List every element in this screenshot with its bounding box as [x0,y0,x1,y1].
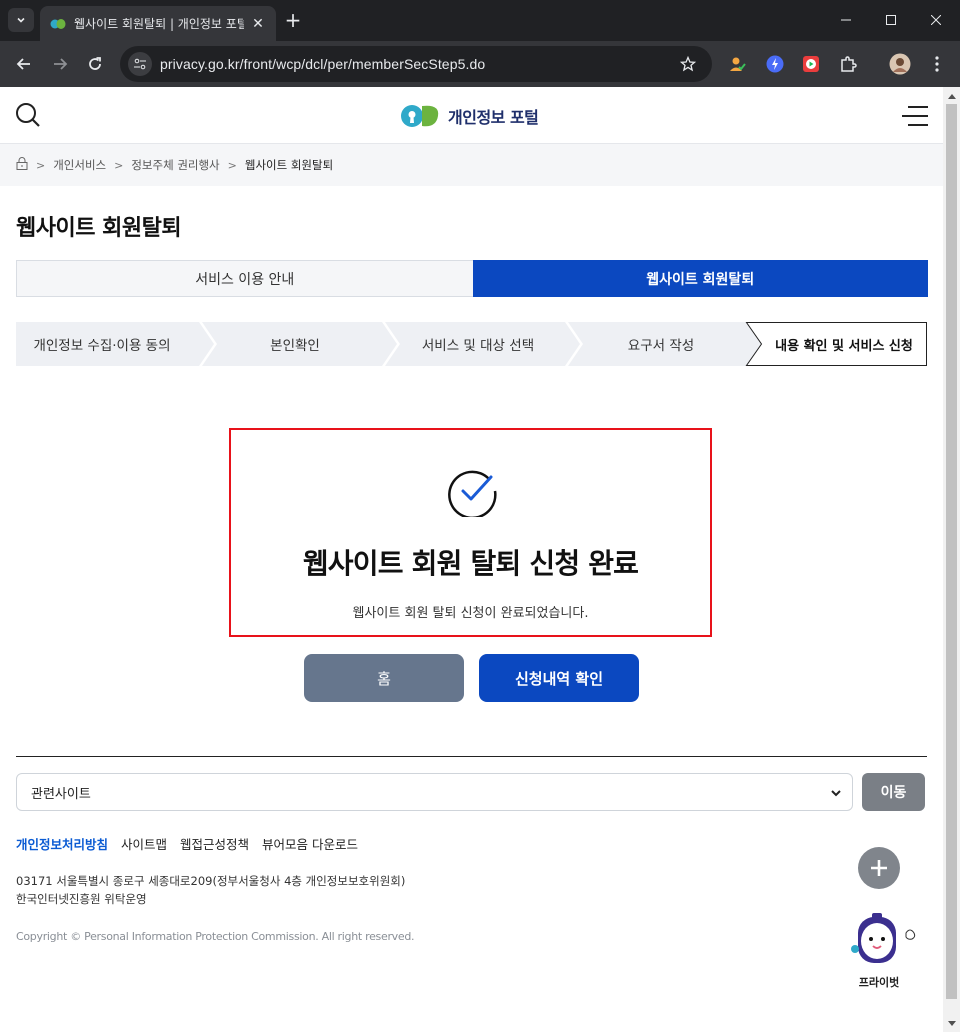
footer-divider [16,756,927,757]
chevron-down-icon [831,790,841,797]
step-confirm-apply: 내용 확인 및 서비스 신청 [775,338,913,354]
footer-address: 03171 서울특별시 종로구 세종대로209(정부서울청사 4층 개인정보보호… [16,872,405,908]
forward-icon[interactable] [46,50,74,78]
breadcrumb-separator: > [114,158,124,172]
breadcrumb-item-rights[interactable]: 정보주체 권리행사 [131,157,219,173]
chatbot-label[interactable]: 프라이벗 [846,974,912,990]
go-button[interactable]: 이동 [862,773,925,811]
tab-title: 웹사이트 회원탈퇴 | 개인정보 포털 [74,17,244,31]
browser-tab-active[interactable]: 웹사이트 회원탈퇴 | 개인정보 포털 ✕ [40,6,276,41]
step-identity: 본인확인 [270,338,320,354]
home-lock-icon[interactable] [16,157,28,173]
completion-title: 웹사이트 회원 탈퇴 신청 완료 [302,547,639,580]
service-tabs: 서비스 이용 안내 웹사이트 회원탈퇴 [16,260,928,297]
breadcrumb-separator: > [36,158,46,172]
completion-description: 웹사이트 회원 탈퇴 신청이 완료되었습니다. [352,606,589,621]
back-icon[interactable] [10,50,38,78]
maximize-icon[interactable] [868,0,914,40]
footer-links: 개인정보처리방침 사이트맵 웹접근성정책 뷰어모음 다운로드 [16,834,358,853]
site-header: 개인정보 포털 [0,87,943,144]
breadcrumb-current: 웹사이트 회원탈퇴 [244,158,334,172]
plus-icon [871,860,887,876]
breadcrumb-separator: > [227,158,237,172]
check-circle-icon [448,470,497,517]
footer-copyright: Copyright © Personal Information Protect… [16,930,415,943]
profile-avatar[interactable] [889,53,911,75]
logo-text: 개인정보 포털 [448,108,539,127]
window-close-icon[interactable] [913,0,959,40]
star-icon[interactable] [676,52,700,76]
tab-search-button[interactable] [8,8,34,32]
footer-link-sitemap[interactable]: 사이트맵 [121,834,167,853]
more-vert-icon[interactable] [926,53,948,75]
tab-close-icon[interactable]: ✕ [250,16,266,32]
site-favicon-icon [50,16,66,32]
search-icon[interactable] [14,101,42,129]
step-write-request: 요구서 작성 [627,338,695,354]
browser-toolbar: privacy.go.kr/front/wcp/dcl/per/memberSe… [0,41,960,87]
footer-link-accessibility[interactable]: 웹접근성정책 [180,834,249,853]
step-consent: 개인정보 수집·이용 동의 [33,338,171,354]
address-bar[interactable]: privacy.go.kr/front/wcp/dcl/per/memberSe… [120,46,712,82]
breadcrumb-item-personal-service[interactable]: 개인서비스 [53,157,106,173]
breadcrumb: > 개인서비스 > 정보주체 권리행사 > 웹사이트 회원탈퇴 [0,144,943,186]
related-sites-value: 관련사이트 [31,786,91,802]
view-history-button[interactable]: 신청내역 확인 [479,654,639,702]
page-scrollbar[interactable] [943,87,960,1032]
footer-address-line2: 한국인터넷진흥원 위탁운영 [16,892,147,906]
new-tab-plus-icon[interactable]: + [282,8,304,32]
chatbot-mascot-icon[interactable] [848,913,918,973]
tab-service-guide[interactable]: 서비스 이용 안내 [16,260,473,297]
extension-play-icon[interactable] [800,53,822,75]
completion-panel: 웹사이트 회원 탈퇴 신청 완료 웹사이트 회원 탈퇴 신청이 완료되었습니다. [229,428,712,637]
plus-fab-button[interactable] [858,847,900,889]
tab-member-withdrawal[interactable]: 웹사이트 회원탈퇴 [472,260,928,297]
footer-link-viewer-download[interactable]: 뷰어모음 다운로드 [262,834,358,853]
site-logo[interactable]: 개인정보 포털 [400,102,539,130]
home-button[interactable]: 홈 [304,654,464,702]
browser-titlebar: 웹사이트 회원탈퇴 | 개인정보 포털 ✕ + [0,0,960,41]
logo-icon [401,105,439,127]
extension-bolt-icon[interactable] [764,53,786,75]
related-sites-select[interactable]: 관련사이트 [16,773,853,811]
minimize-icon[interactable] [823,0,869,40]
scroll-down-arrow-icon[interactable] [943,1015,960,1032]
page-title: 웹사이트 회원탈퇴 [16,216,182,241]
step-select-service: 서비스 및 대상 선택 [421,338,535,354]
page-content: 개인정보 포털 > 개인서비스 > 정보주체 권리행사 > 웹사이트 회원탈퇴 … [0,87,943,1032]
scroll-up-arrow-icon[interactable] [943,87,960,104]
url-text: privacy.go.kr/front/wcp/dcl/per/memberSe… [160,56,486,72]
reload-icon[interactable] [81,50,109,78]
scrollbar-thumb[interactable] [946,104,957,999]
progress-steps: 개인정보 수집·이용 동의 본인확인 서비스 및 대상 선택 요구서 작성 내용… [16,322,928,366]
site-info-icon[interactable] [128,52,152,76]
extension-puzzle-icon[interactable] [837,53,859,75]
hamburger-menu-icon[interactable] [902,105,928,127]
extension-person-icon[interactable] [727,53,749,75]
footer-address-line1: 03171 서울특별시 종로구 세종대로209(정부서울청사 4층 개인정보보호… [16,874,406,888]
chevron-down-icon [17,17,25,23]
footer-link-privacy-policy[interactable]: 개인정보처리방침 [16,834,108,853]
